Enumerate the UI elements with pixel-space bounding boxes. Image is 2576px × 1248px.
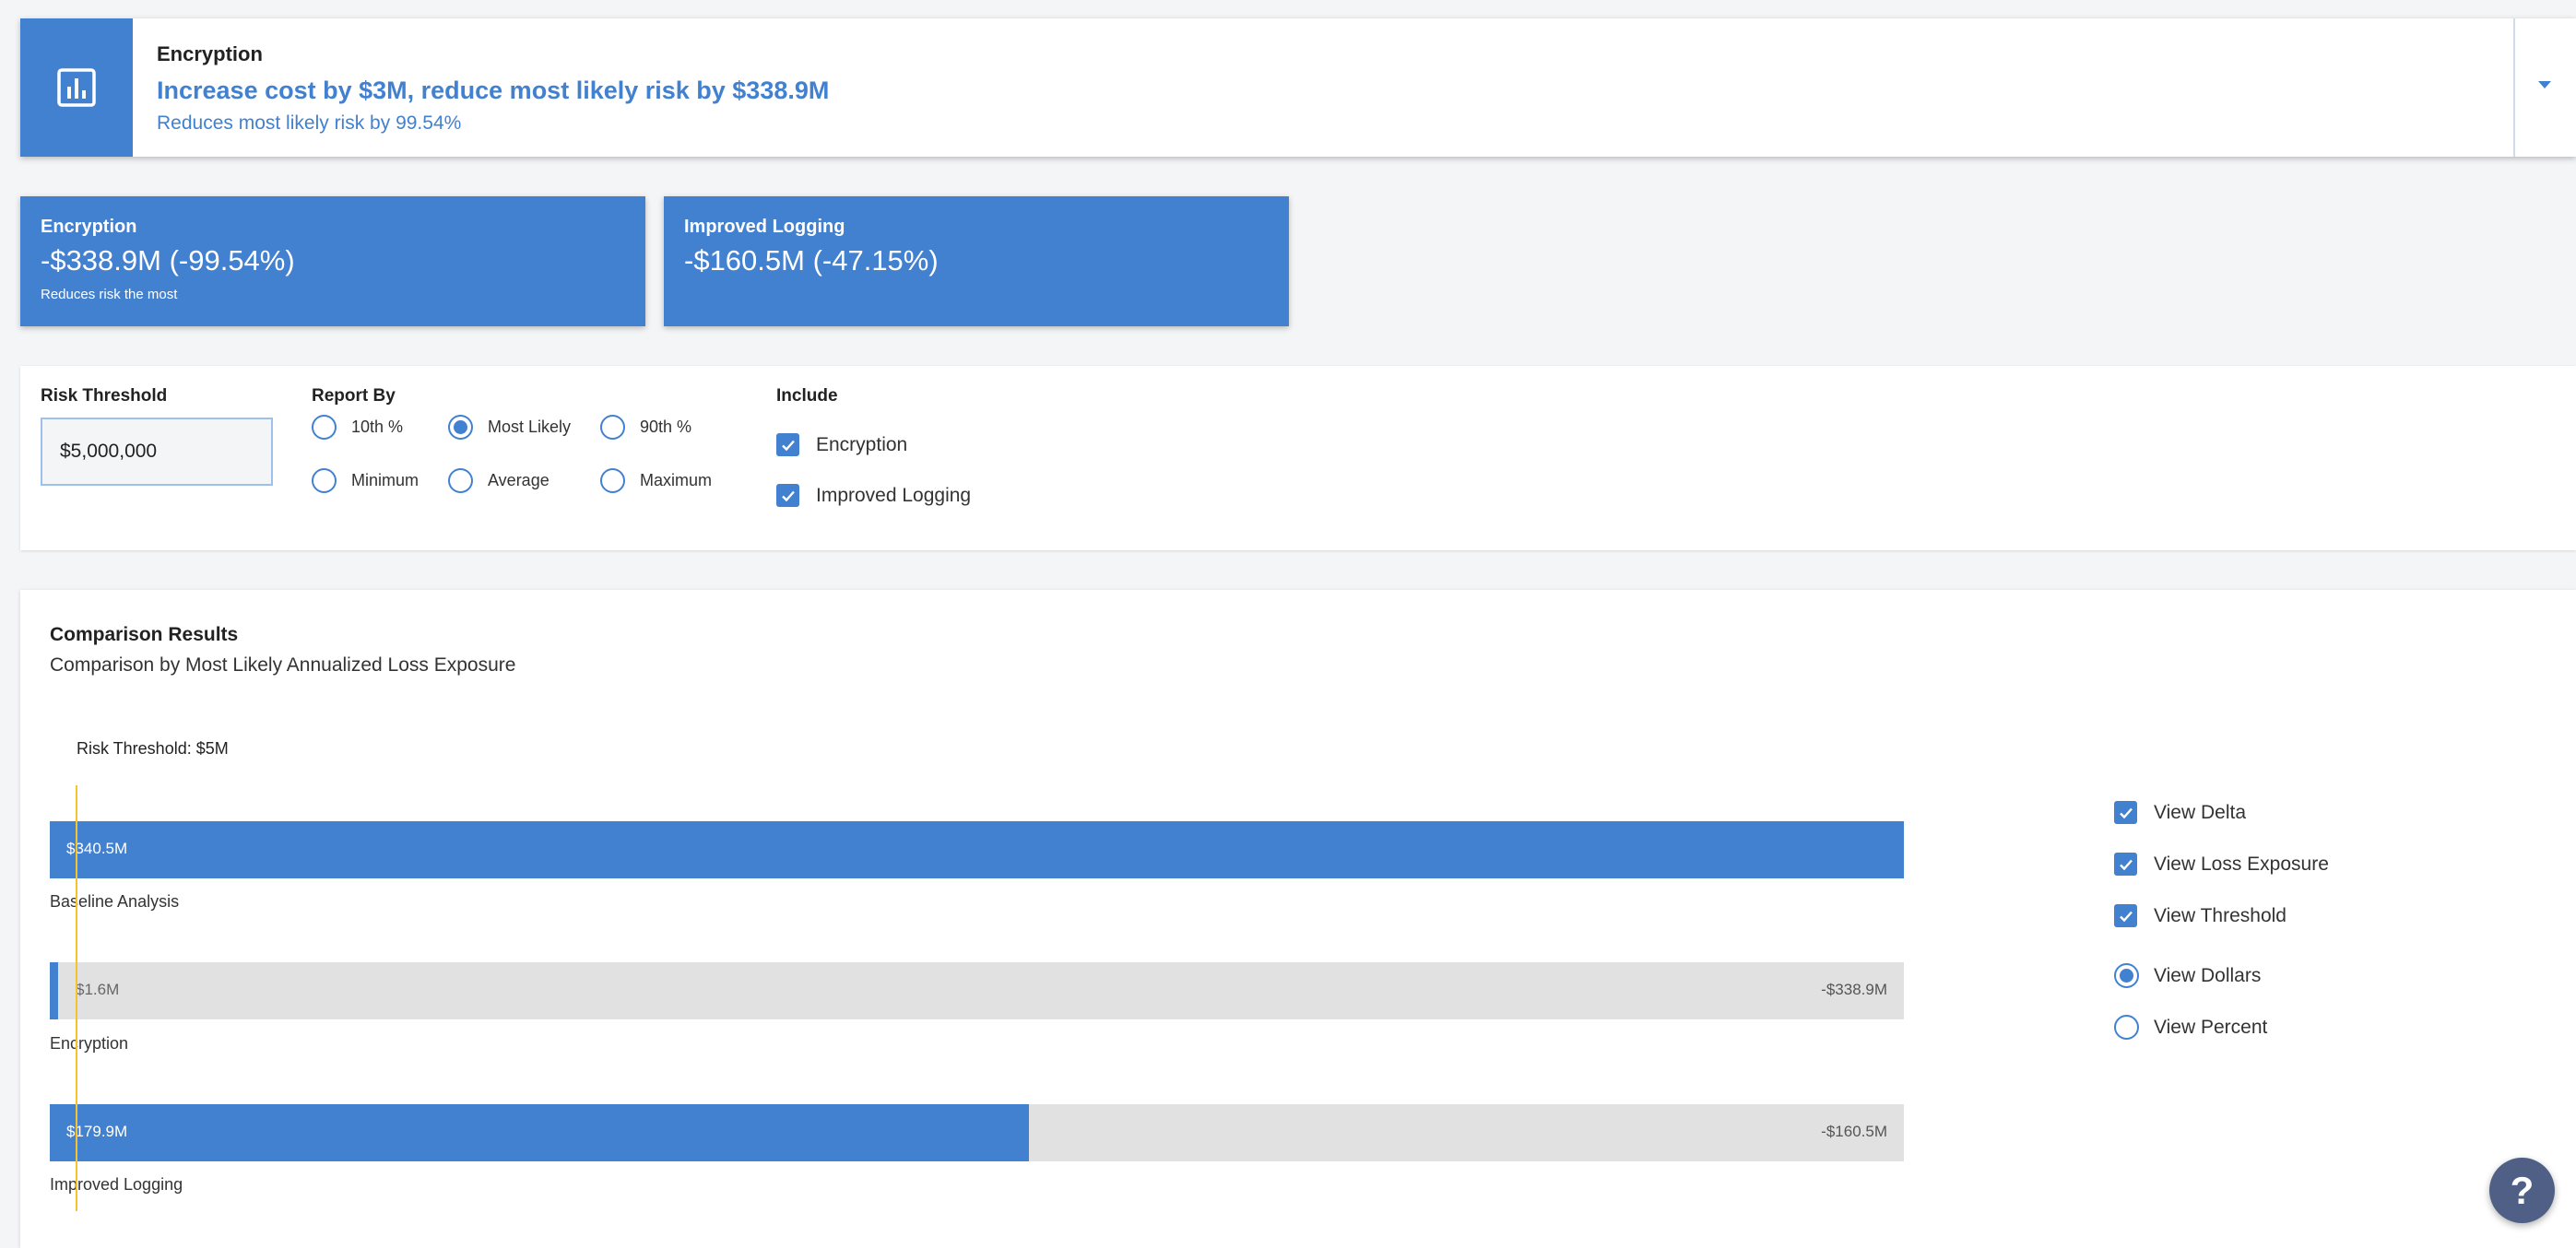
radio-label: View Percent	[2154, 1016, 2268, 1038]
checkbox-label: Improved Logging	[816, 484, 972, 506]
radio-label: 10th %	[351, 418, 404, 436]
help-button[interactable]: ?	[2489, 1158, 2555, 1223]
bar-fill	[50, 1104, 1030, 1161]
radio-label: Most Likely	[488, 418, 572, 436]
radio-label: View Dollars	[2154, 964, 2262, 986]
radio-button[interactable]	[2114, 963, 2139, 988]
radio-minimum[interactable]: Minimum	[312, 468, 419, 493]
card-title: Encryption	[41, 217, 137, 237]
radio-button[interactable]	[600, 468, 625, 493]
checkmark-icon	[781, 490, 795, 501]
checkbox-checked[interactable]	[2114, 801, 2137, 824]
checkbox-checked[interactable]	[2114, 904, 2137, 927]
comparison-title: Comparison Results	[50, 624, 239, 645]
bar-chart-icon	[57, 68, 96, 107]
card-value: -$160.5M (-47.15%)	[684, 244, 939, 277]
bar-fill	[50, 821, 1904, 878]
header-subtitle: Reduces most likely risk by 99.54%	[157, 112, 462, 134]
bar-delta-label: -$160.5M	[1821, 1123, 1887, 1140]
radio-label: 90th %	[640, 418, 692, 436]
radio-button[interactable]	[448, 415, 473, 440]
view-percent-option[interactable]: View Percent	[2114, 1015, 2267, 1040]
radio-label: Average	[488, 471, 549, 489]
bar-name: Improved Logging	[50, 1175, 183, 1194]
radio-label: Maximum	[640, 471, 713, 489]
view-delta-option[interactable]: View Delta	[2114, 801, 2246, 824]
include-label: Include	[776, 386, 838, 406]
view-loss-exposure-option[interactable]: View Loss Exposure	[2114, 853, 2329, 876]
checkbox-label: View Threshold	[2154, 904, 2286, 926]
comparison-panel: Comparison Results Comparison by Most Li…	[20, 590, 2576, 1248]
checkmark-icon	[781, 440, 795, 451]
bar-value-label: $1.6M	[76, 981, 120, 998]
checkbox-label: View Loss Exposure	[2154, 853, 2329, 875]
report-by-label: Report By	[312, 386, 396, 406]
radio-10th-percentile[interactable]: 10th %	[312, 415, 403, 440]
card-value: -$338.9M (-99.54%)	[41, 244, 295, 277]
comparison-subtitle: Comparison by Most Likely Annualized Los…	[50, 654, 516, 676]
radio-button[interactable]	[2114, 1015, 2139, 1040]
header-divider	[2513, 18, 2515, 157]
threshold-label: Risk Threshold	[41, 386, 168, 406]
bar-name: Encryption	[50, 1034, 129, 1053]
controls-panel: Risk Threshold Report By 10th % Most Lik…	[20, 366, 2576, 550]
radio-button[interactable]	[448, 468, 473, 493]
radio-90th-percentile[interactable]: 90th %	[600, 415, 691, 440]
risk-threshold-marker-label: Risk Threshold: $5M	[77, 739, 229, 758]
checkbox-checked[interactable]	[776, 433, 799, 456]
radio-label: Minimum	[351, 471, 419, 489]
chevron-down-icon[interactable]	[2538, 81, 2551, 88]
radio-most-likely[interactable]: Most Likely	[448, 415, 571, 440]
summary-header: Encryption Increase cost by $3M, reduce …	[20, 18, 2576, 157]
checkbox-label: View Delta	[2154, 801, 2246, 823]
view-dollars-option[interactable]: View Dollars	[2114, 963, 2261, 988]
checkbox-checked[interactable]	[2114, 853, 2137, 876]
include-encryption[interactable]: Encryption	[776, 433, 907, 456]
card-title: Improved Logging	[684, 217, 845, 237]
bar-improved-logging[interactable]: $179.9M -$160.5M	[50, 1104, 1904, 1161]
checkmark-icon	[2119, 911, 2133, 922]
checkbox-label: Encryption	[816, 433, 908, 455]
checkmark-icon	[2119, 807, 2133, 818]
radio-maximum[interactable]: Maximum	[600, 468, 712, 493]
risk-threshold-line	[76, 785, 77, 1211]
radio-button[interactable]	[600, 415, 625, 440]
header-headline: Increase cost by $3M, reduce most likely…	[157, 77, 830, 104]
checkbox-checked[interactable]	[776, 484, 799, 507]
checkmark-icon	[2119, 859, 2133, 870]
summary-icon-box	[20, 18, 133, 157]
bar-fill	[50, 962, 59, 1019]
bar-name: Baseline Analysis	[50, 892, 180, 911]
bar-encryption[interactable]: $1.6M -$338.9M	[50, 962, 1904, 1019]
radio-button[interactable]	[312, 468, 337, 493]
bar-delta-label: -$338.9M	[1821, 981, 1887, 998]
header-title: Encryption	[157, 42, 263, 65]
radio-average[interactable]: Average	[448, 468, 549, 493]
card-improved-logging[interactable]: Improved Logging -$160.5M (-47.15%)	[664, 196, 1289, 326]
radio-button[interactable]	[312, 415, 337, 440]
include-improved-logging[interactable]: Improved Logging	[776, 484, 971, 507]
view-threshold-option[interactable]: View Threshold	[2114, 904, 2286, 927]
bar-baseline-analysis[interactable]: $340.5M	[50, 821, 1904, 878]
risk-threshold-input[interactable]	[41, 418, 273, 486]
card-encryption[interactable]: Encryption -$338.9M (-99.54%) Reduces ri…	[20, 196, 645, 326]
card-note: Reduces risk the most	[41, 287, 178, 302]
